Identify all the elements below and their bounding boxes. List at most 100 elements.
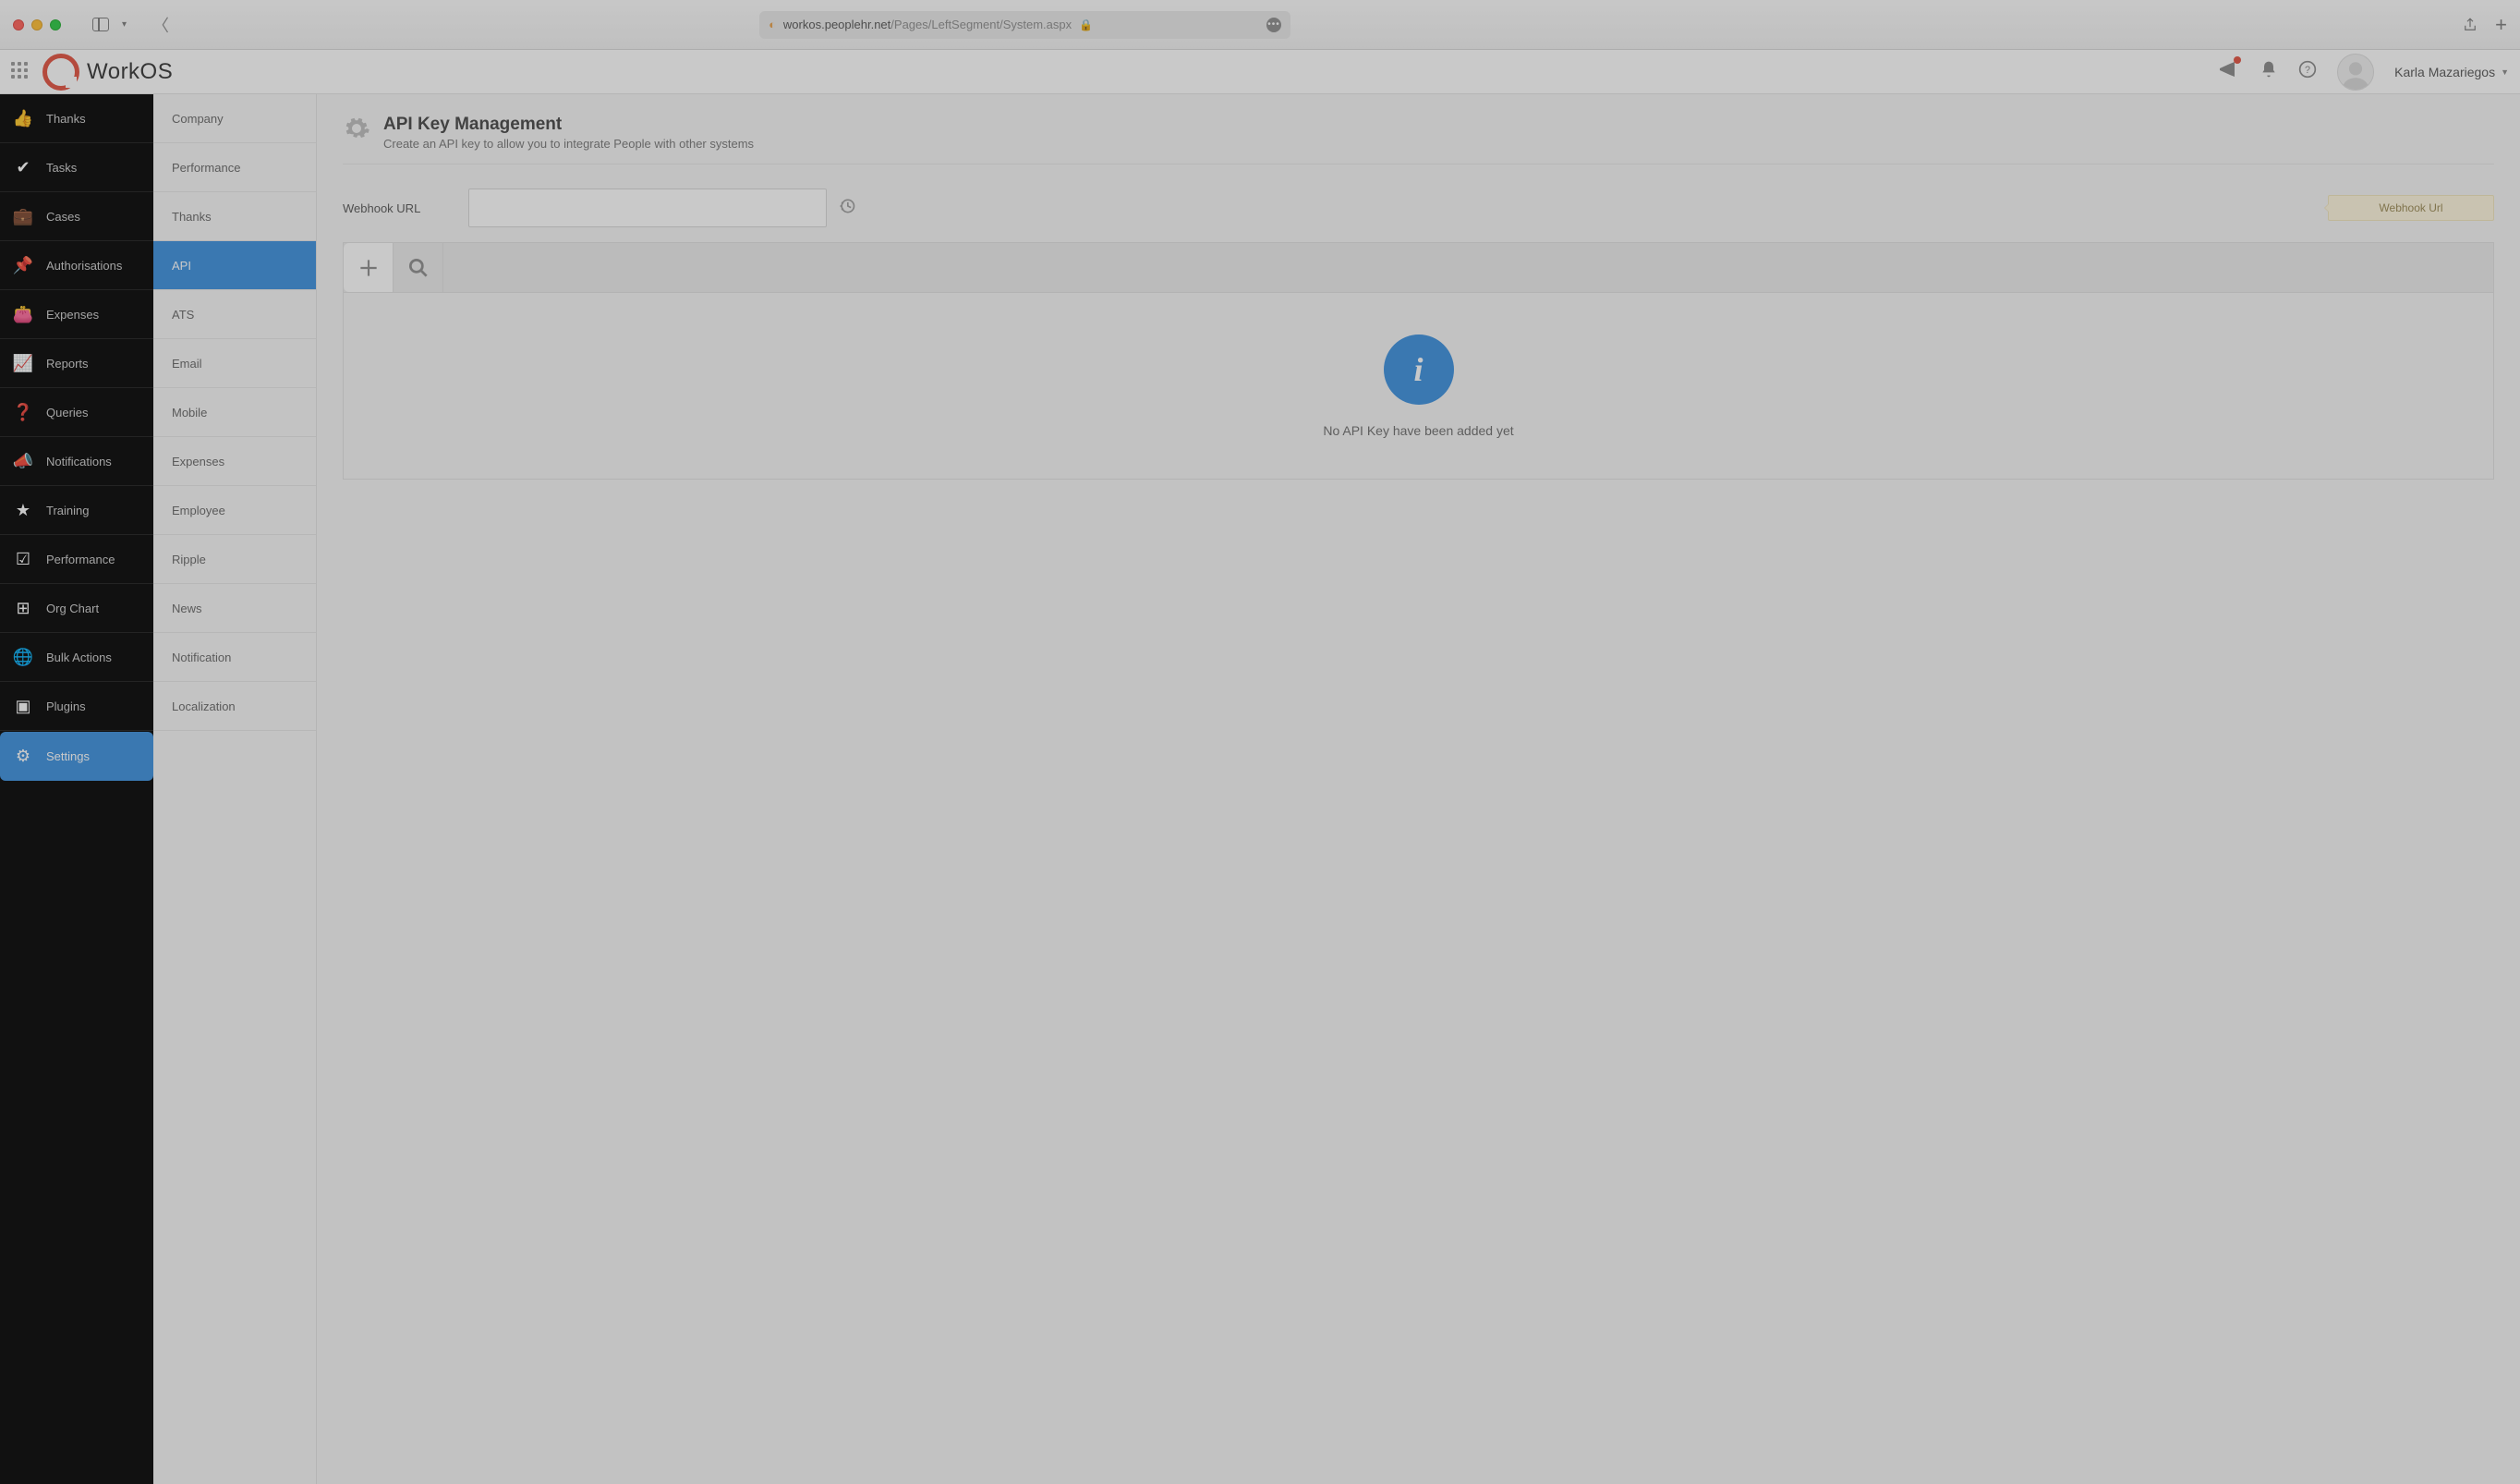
webhook-row: Webhook URL Webhook Url — [343, 189, 2494, 227]
nav-label: Reports — [46, 357, 89, 371]
page-subtitle: Create an API key to allow you to integr… — [383, 137, 754, 151]
info-icon: i — [1384, 335, 1454, 405]
secondary-nav-item-mobile[interactable]: Mobile — [153, 388, 316, 437]
reader-mode-icon[interactable]: ••• — [1266, 18, 1281, 32]
primary-nav-item-reports[interactable]: 📈 Reports — [0, 339, 153, 388]
primary-nav-item-queries[interactable]: ❓ Queries — [0, 388, 153, 437]
user-name-label: Karla Mazariegos — [2394, 65, 2495, 79]
nav-label: Tasks — [46, 161, 77, 175]
app-switcher-icon[interactable] — [11, 62, 31, 82]
secondary-nav-item-localization[interactable]: Localization — [153, 682, 316, 731]
megaphone-icon: 📣 — [13, 452, 33, 471]
nav-label: Thanks — [46, 112, 86, 126]
webhook-label: Webhook URL — [343, 201, 468, 215]
primary-nav-item-plugins[interactable]: ▣Plugins — [0, 682, 153, 731]
chevron-down-icon[interactable]: ▾ — [122, 19, 127, 30]
secondary-nav-item-company[interactable]: Company — [153, 94, 316, 143]
notifications-button[interactable] — [2260, 60, 2278, 83]
secondary-nav: CompanyPerformanceThanksAPIATSEmailMobil… — [153, 94, 317, 1484]
empty-message: No API Key have been added yet — [1323, 423, 1513, 438]
minimize-window-icon[interactable] — [31, 19, 42, 30]
secondary-nav-item-email[interactable]: Email — [153, 339, 316, 388]
page-title: API Key Management — [383, 115, 754, 135]
secondary-nav-item-news[interactable]: News — [153, 584, 316, 633]
nav-label: Notifications — [46, 455, 112, 468]
nav-label: Training — [46, 504, 89, 517]
primary-nav: 👍 Thanks ✔ Tasks 💼 Cases 📌 Authorisations 👛 Expen… — [0, 94, 153, 1484]
gear-icon: ⚙ — [13, 747, 33, 766]
new-tab-button[interactable]: + — [2495, 13, 2507, 37]
history-icon[interactable] — [838, 197, 856, 220]
globe-icon: 🌐 — [13, 648, 33, 667]
window-controls — [13, 19, 61, 30]
nav-label: Performance — [46, 553, 115, 566]
caret-down-icon: ▼ — [2501, 67, 2509, 77]
gear-icon — [343, 115, 370, 147]
notification-badge-icon — [2234, 56, 2241, 64]
avatar[interactable] — [2337, 54, 2374, 91]
primary-nav-item-training[interactable]: ★ Training — [0, 486, 153, 535]
page-header: API Key Management Create an API key to … — [343, 115, 2494, 164]
main-content: API Key Management Create an API key to … — [317, 94, 2520, 1484]
url-text: workos.peoplehr.net/Pages/LeftSegment/Sy… — [783, 18, 1072, 31]
secondary-nav-item-thanks[interactable]: Thanks — [153, 192, 316, 241]
primary-nav-item-bulk-actions[interactable]: 🌐 Bulk Actions — [0, 633, 153, 682]
secondary-nav-item-employee[interactable]: Employee — [153, 486, 316, 535]
logo-icon — [42, 54, 79, 91]
question-icon: ❓ — [13, 403, 33, 422]
webhook-url-input[interactable] — [468, 189, 827, 227]
api-key-toolbar — [343, 242, 2494, 293]
secondary-nav-item-expenses[interactable]: Expenses — [153, 437, 316, 486]
primary-nav-item-authorisations[interactable]: 📌 Authorisations — [0, 241, 153, 290]
search-api-key-button[interactable] — [394, 243, 443, 292]
announcements-button[interactable] — [2217, 58, 2239, 85]
nav-label: Cases — [46, 210, 80, 224]
pin-icon: 📌 — [13, 256, 33, 275]
brand-logo[interactable]: WorkOS — [42, 54, 173, 91]
nav-label: Org Chart — [46, 602, 99, 615]
svg-text:?: ? — [2305, 65, 2310, 76]
add-api-key-button[interactable] — [344, 243, 394, 292]
secondary-nav-item-ripple[interactable]: Ripple — [153, 535, 316, 584]
lock-icon: 🔒 — [1079, 18, 1093, 31]
primary-nav-item-thanks[interactable]: 👍 Thanks — [0, 94, 153, 143]
nav-label: Queries — [46, 406, 89, 420]
browser-chrome: ▾ 〈 ◐ workos.peoplehr.net/Pages/LeftSegm… — [0, 0, 2520, 50]
nav-label: Settings — [46, 749, 90, 763]
share-icon[interactable] — [2462, 17, 2478, 33]
primary-nav-item-tasks[interactable]: ✔ Tasks — [0, 143, 153, 192]
help-button[interactable]: ? — [2298, 60, 2317, 83]
primary-nav-item-expenses[interactable]: 👛 Expenses — [0, 290, 153, 339]
nav-label: Authorisations — [46, 259, 122, 273]
primary-nav-item-settings[interactable]: ⚙ Settings — [0, 732, 153, 781]
briefcase-icon: 💼 — [13, 207, 33, 226]
close-window-icon[interactable] — [13, 19, 24, 30]
api-key-empty-state: i No API Key have been added yet — [343, 293, 2494, 480]
back-button[interactable]: 〈 — [152, 13, 169, 37]
primary-nav-item-org-chart[interactable]: ⊞ Org Chart — [0, 584, 153, 633]
thumbs-up-icon: 👍 — [13, 109, 33, 128]
nav-label: Bulk Actions — [46, 651, 112, 664]
site-settings-icon[interactable]: ◐ — [769, 18, 776, 31]
maximize-window-icon[interactable] — [50, 19, 61, 30]
wallet-icon: 👛 — [13, 305, 33, 324]
address-bar[interactable]: ◐ workos.peoplehr.net/Pages/LeftSegment/… — [759, 11, 1290, 39]
secondary-nav-item-ats[interactable]: ATS — [153, 290, 316, 339]
nav-label: Plugins — [46, 699, 86, 713]
primary-nav-item-performance[interactable]: ☑ Performance — [0, 535, 153, 584]
star-icon: ★ — [13, 501, 33, 520]
orgchart-icon: ⊞ — [13, 599, 33, 618]
check-icon: ✔ — [13, 158, 33, 177]
primary-nav-item-notifications[interactable]: 📣 Notifications — [0, 437, 153, 486]
checkbox-icon: ☑ — [13, 550, 33, 569]
nav-label: Expenses — [46, 308, 99, 322]
sidebar-toggle-icon[interactable] — [92, 18, 109, 31]
user-menu[interactable]: Karla Mazariegos ▼ — [2394, 65, 2509, 79]
primary-nav-item-cases[interactable]: 💼 Cases — [0, 192, 153, 241]
secondary-nav-item-performance[interactable]: Performance — [153, 143, 316, 192]
chart-icon: 📈 — [13, 354, 33, 373]
secondary-nav-item-notification[interactable]: Notification — [153, 633, 316, 682]
brand-name: WorkOS — [87, 59, 173, 85]
secondary-nav-item-api[interactable]: API — [153, 241, 316, 290]
webhook-tooltip: Webhook Url — [2328, 195, 2494, 221]
